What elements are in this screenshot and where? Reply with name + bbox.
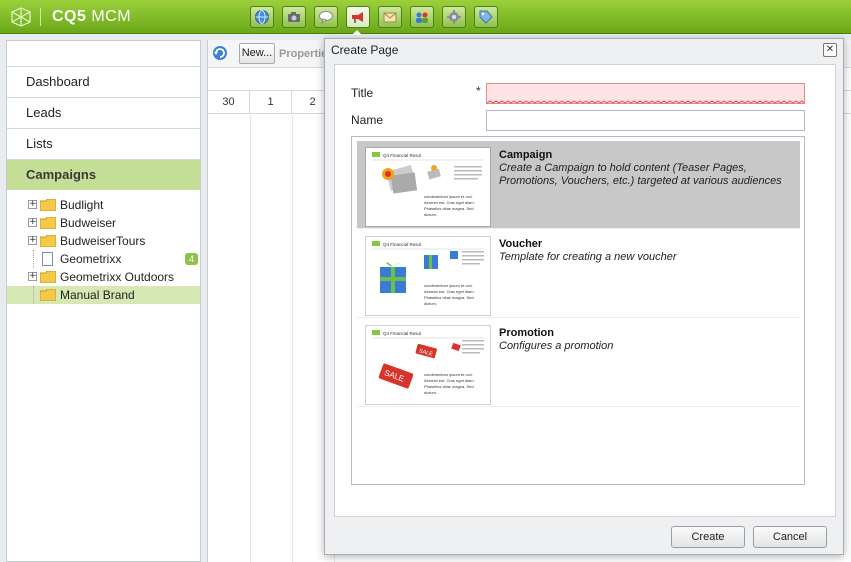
refresh-icon[interactable]	[212, 45, 228, 61]
nav-dashboard[interactable]: Dashboard	[7, 66, 200, 97]
dialog-title: Create Page	[331, 43, 399, 57]
folder-icon	[40, 199, 56, 211]
digital-assets-button[interactable]	[282, 6, 306, 28]
template-title: Voucher	[499, 238, 543, 250]
folder-icon	[40, 217, 56, 229]
expand-icon[interactable]: +	[28, 236, 37, 245]
tree-connector	[33, 250, 34, 268]
folder-icon	[40, 235, 56, 247]
template-list: Q4 Financial Resul condimentum ipsum et …	[351, 136, 805, 485]
megaphone-icon	[352, 12, 363, 23]
template-promotion[interactable]: Q4 Financial Resul SALE SALE condimentum…	[357, 319, 800, 407]
template-title: Campaign	[499, 149, 553, 161]
create-page-dialog: Create Page ✕ Title * Name Q4 Financial …	[324, 38, 844, 555]
properties-button[interactable]: Propertie	[279, 48, 327, 60]
folder-icon	[40, 289, 56, 301]
template-description: Template for creating a new voucher	[499, 251, 677, 263]
envelope-icon	[383, 12, 397, 23]
new-button[interactable]: New...	[239, 43, 275, 64]
thumb-heading: Q4 Financial Resul	[383, 242, 421, 247]
nav-campaigns[interactable]: Campaigns	[7, 159, 200, 190]
tagging-button[interactable]	[474, 6, 498, 28]
thumb-heading: Q4 Financial Resul	[383, 331, 421, 336]
tree-item-geometrixx[interactable]: Geometrixx 4	[7, 250, 200, 268]
folder-icon	[40, 271, 56, 283]
name-field[interactable]	[486, 110, 805, 131]
speech-bubble-icon	[319, 11, 333, 25]
tag-icon	[479, 10, 493, 24]
cq5-logo-icon	[11, 7, 31, 27]
newsletters-button[interactable]	[378, 6, 402, 28]
tree-item-geometrixx-outdoors[interactable]: + Geometrixx Outdoors	[7, 268, 200, 286]
nav-leads[interactable]: Leads	[7, 97, 200, 128]
cancel-button[interactable]: Cancel	[753, 526, 827, 548]
create-button[interactable]: Create	[671, 526, 745, 548]
thumb-heading: Q4 Financial Resul	[383, 153, 421, 158]
globe-icon	[255, 10, 269, 24]
sidebar: Dashboard Leads Lists Campaigns + Budlig…	[6, 40, 201, 562]
top-bar: CQ5 MCM	[0, 0, 851, 35]
camera-icon	[288, 12, 300, 22]
template-thumbnail: Q4 Financial Resul condimentum ipsum et …	[365, 236, 491, 316]
template-voucher[interactable]: Q4 Financial Resul condimentum ipsum et …	[357, 230, 800, 318]
title-label: Title	[351, 86, 374, 100]
tree-item-budweisertours[interactable]: + BudweiserTours	[7, 232, 200, 250]
validation-underline	[487, 100, 804, 104]
users-icon	[416, 12, 428, 23]
template-thumbnail: Q4 Financial Resul SALE SALE condimentum…	[365, 325, 491, 405]
nav-lists[interactable]: Lists	[7, 128, 200, 159]
count-badge: 4	[184, 253, 198, 265]
required-marker: *	[476, 84, 481, 98]
expand-icon[interactable]: +	[28, 200, 37, 209]
close-icon[interactable]: ✕	[823, 43, 837, 57]
tree-item-budlight[interactable]: + Budlight	[7, 196, 200, 214]
active-tab-indicator	[352, 30, 362, 35]
template-description: Create a Campaign to hold content (Tease…	[499, 162, 782, 187]
template-title: Promotion	[499, 327, 554, 339]
community-button[interactable]	[314, 6, 338, 28]
tree-connector	[33, 286, 34, 304]
template-thumbnail: Q4 Financial Resul condimentum ipsum et …	[365, 147, 491, 227]
app-title: CQ5 MCM	[52, 8, 132, 25]
campaigns-button[interactable]	[346, 6, 370, 28]
expand-icon[interactable]: +	[28, 218, 37, 227]
logo-separator	[40, 8, 41, 26]
svg-text:condimentum ipsum et orci.Aene: condimentum ipsum et orci. Aenean est. Cr…	[424, 372, 475, 395]
sites-button[interactable]	[250, 6, 274, 28]
campaign-tree: + Budlight + Budweiser + BudweiserTours …	[7, 196, 200, 304]
svg-text:condimentum ipsum et orci.Aene: condimentum ipsum et orci. Aenean est. Cr…	[424, 283, 475, 306]
tree-item-budweiser[interactable]: + Budweiser	[7, 214, 200, 232]
tree-item-manual-brand[interactable]: Manual Brand	[7, 286, 200, 304]
tools-button[interactable]	[442, 6, 466, 28]
day-header: 30	[208, 91, 250, 113]
template-campaign[interactable]: Q4 Financial Resul condimentum ipsum et …	[357, 141, 800, 229]
sale-tag-icon: SALE	[378, 363, 414, 389]
template-description: Configures a promotion	[499, 340, 614, 352]
users-button[interactable]	[410, 6, 434, 28]
page-icon	[42, 252, 53, 266]
dialog-body: Title * Name Q4 Financial Resul condimen…	[334, 64, 836, 517]
expand-icon[interactable]: +	[28, 272, 37, 281]
day-header: 1	[250, 91, 292, 113]
gear-icon	[447, 10, 461, 24]
svg-text:condimentum ipsum et orci.Aene: condimentum ipsum et orci. Aenean est. Cr…	[424, 194, 475, 217]
name-label: Name	[351, 113, 384, 127]
gift-icon	[380, 262, 406, 293]
